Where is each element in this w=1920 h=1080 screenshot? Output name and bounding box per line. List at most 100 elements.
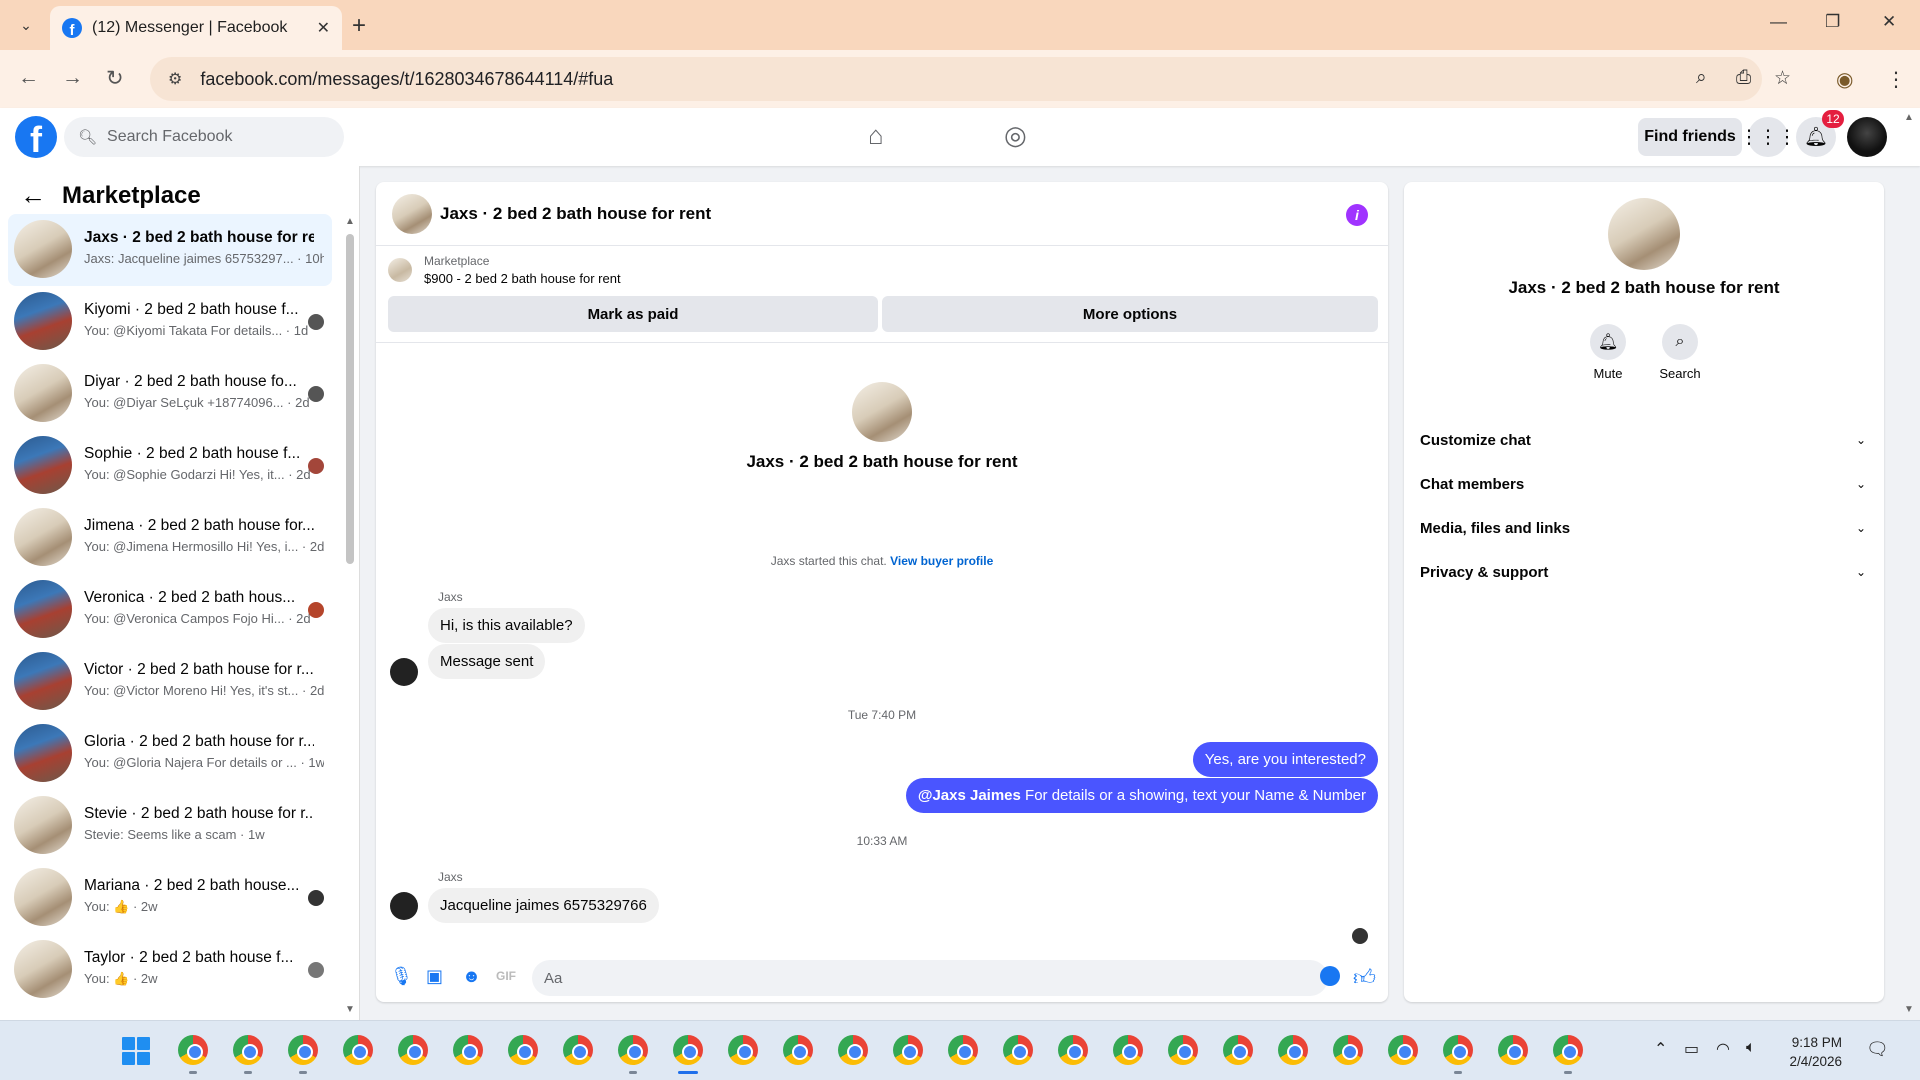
- emoji-icon[interactable]: [1320, 966, 1340, 986]
- restore-icon[interactable]: ❐: [1825, 12, 1840, 32]
- find-friends-button[interactable]: Find friends: [1638, 118, 1742, 156]
- browser-taskbar-icon[interactable]: [1223, 1035, 1253, 1065]
- microphone-icon[interactable]: 🎙︎: [390, 966, 413, 987]
- browser-taskbar-icon[interactable]: [1498, 1035, 1528, 1065]
- section-chat-members[interactable]: Chat members ⌄: [1420, 466, 1872, 502]
- conversation-item[interactable]: Diyar · 2 bed 2 bath house fo... You: @D…: [8, 358, 332, 430]
- forward-icon[interactable]: →: [62, 66, 83, 90]
- browser-taskbar-icon[interactable]: [233, 1035, 263, 1065]
- thumbs-up-icon[interactable]: 👍︎: [1353, 964, 1376, 991]
- section-media-files-links[interactable]: Media, files and links ⌄: [1420, 510, 1872, 546]
- browser-taskbar-icon[interactable]: [1168, 1035, 1198, 1065]
- outgoing-message[interactable]: @Jaxs Jaimes For details or a showing, t…: [905, 778, 1378, 813]
- menu-grid-icon[interactable]: ⋮⋮⋮: [1740, 117, 1797, 157]
- sender-avatar[interactable]: [390, 658, 418, 686]
- mark-as-paid-button[interactable]: Mark as paid: [388, 296, 878, 332]
- browser-taskbar-icon[interactable]: [508, 1035, 538, 1065]
- conversation-item[interactable]: Victor · 2 bed 2 bath house for r... You…: [8, 646, 332, 718]
- message-input[interactable]: Aa: [532, 960, 1328, 996]
- facebook-search-input[interactable]: 🔍︎ Search Facebook: [64, 117, 344, 157]
- browser-taskbar-icon[interactable]: [1388, 1035, 1418, 1065]
- browser-tab-active[interactable]: f (12) Messenger | Facebook ✕: [50, 6, 342, 50]
- new-tab-icon[interactable]: +: [352, 12, 366, 40]
- browser-taskbar-icon[interactable]: [783, 1035, 813, 1065]
- chat-title[interactable]: Jaxs · 2 bed 2 bath house for rent: [440, 204, 711, 224]
- battery-icon[interactable]: ▭: [1684, 1039, 1699, 1059]
- sender-avatar[interactable]: [390, 892, 418, 920]
- incoming-message[interactable]: Jacqueline jaimes 6575329766: [428, 888, 659, 923]
- browser-taskbar-icon[interactable]: [563, 1035, 593, 1065]
- browser-taskbar-icon[interactable]: [1003, 1035, 1033, 1065]
- close-window-icon[interactable]: ✕: [1882, 12, 1896, 32]
- reload-icon[interactable]: ↻: [106, 66, 124, 91]
- incoming-message[interactable]: Hi, is this available?: [428, 608, 585, 643]
- account-avatar[interactable]: [1847, 117, 1887, 157]
- browser-taskbar-icon[interactable]: [288, 1035, 318, 1065]
- site-info-icon[interactable]: ⚙: [168, 69, 182, 89]
- notification-center-icon[interactable]: 🗨︎: [1866, 1039, 1889, 1060]
- install-app-icon[interactable]: ⎙: [1736, 67, 1751, 89]
- browser-taskbar-icon[interactable]: [1113, 1035, 1143, 1065]
- conversation-item[interactable]: Mariana · 2 bed 2 bath house... You: 👍 ·…: [8, 862, 332, 934]
- minimize-icon[interactable]: —: [1770, 12, 1787, 32]
- browser-taskbar-icon[interactable]: [728, 1035, 758, 1065]
- info-icon[interactable]: i: [1346, 204, 1368, 226]
- conversation-item[interactable]: Veronica · 2 bed 2 bath hous... You: @Ve…: [8, 574, 332, 646]
- browser-taskbar-icon[interactable]: [178, 1035, 208, 1065]
- page-scroll-down-icon[interactable]: ▼: [1904, 1004, 1914, 1015]
- sidebar-scrollbar-thumb[interactable]: [346, 234, 354, 564]
- conversation-item[interactable]: Kiyomi · 2 bed 2 bath house f... You: @K…: [8, 286, 332, 358]
- tab-close-icon[interactable]: ✕: [317, 18, 330, 38]
- search-conversation-button[interactable]: ⌕ Search: [1650, 324, 1710, 381]
- browser-taskbar-icon[interactable]: [618, 1035, 648, 1065]
- photo-icon[interactable]: ▣: [426, 966, 443, 987]
- gif-icon[interactable]: GIF: [496, 969, 516, 983]
- wifi-icon[interactable]: ◠: [1716, 1039, 1730, 1059]
- show-hidden-icons-icon[interactable]: ⌃: [1654, 1039, 1667, 1059]
- browser-taskbar-icon[interactable]: [948, 1035, 978, 1065]
- zoom-icon[interactable]: ⌕: [1696, 67, 1707, 89]
- groups-icon[interactable]: ◎: [1004, 120, 1027, 151]
- page-scroll-up-icon[interactable]: ▲: [1904, 112, 1914, 123]
- incoming-message[interactable]: Message sent: [428, 644, 546, 679]
- chat-avatar[interactable]: [392, 194, 432, 234]
- sidebar-scroll-down-icon[interactable]: ▼: [345, 1004, 355, 1015]
- volume-icon[interactable]: 🔈︎: [1746, 1039, 1756, 1057]
- browser-taskbar-icon[interactable]: [398, 1035, 428, 1065]
- menu-kebab-icon[interactable]: ⋮: [1886, 67, 1906, 92]
- outgoing-message[interactable]: Yes, are you interested?: [1192, 742, 1378, 777]
- sticker-icon[interactable]: ☻: [462, 966, 481, 987]
- browser-taskbar-icon[interactable]: [673, 1035, 703, 1065]
- sidebar-scroll-up-icon[interactable]: ▲: [345, 216, 355, 227]
- facebook-logo[interactable]: f: [15, 116, 57, 158]
- browser-taskbar-icon[interactable]: [893, 1035, 923, 1065]
- view-buyer-profile-link[interactable]: View buyer profile: [890, 554, 993, 568]
- conversation-item[interactable]: Gloria · 2 bed 2 bath house for r... You…: [8, 718, 332, 790]
- address-bar[interactable]: ⚙ facebook.com/messages/t/16280346786441…: [150, 57, 1791, 101]
- browser-taskbar-icon[interactable]: [453, 1035, 483, 1065]
- back-arrow-icon[interactable]: ←: [20, 180, 46, 211]
- conversation-item[interactable]: Jimena · 2 bed 2 bath house for... You: …: [8, 502, 332, 574]
- browser-taskbar-icon[interactable]: [1058, 1035, 1088, 1065]
- conversation-item[interactable]: Jaxs · 2 bed 2 bath house for rent Jaxs:…: [8, 214, 332, 286]
- section-customize-chat[interactable]: Customize chat ⌄: [1420, 422, 1872, 458]
- browser-taskbar-icon[interactable]: [1278, 1035, 1308, 1065]
- browser-taskbar-icon[interactable]: [343, 1035, 373, 1065]
- conversation-item[interactable]: Sophie · 2 bed 2 bath house f... You: @S…: [8, 430, 332, 502]
- more-options-button[interactable]: More options: [882, 296, 1378, 332]
- back-icon[interactable]: ←: [18, 66, 39, 90]
- browser-taskbar-icon[interactable]: [1443, 1035, 1473, 1065]
- browser-taskbar-icon[interactable]: [1333, 1035, 1363, 1065]
- bookmark-star-icon[interactable]: ☆: [1774, 67, 1791, 90]
- conversation-item[interactable]: Stevie · 2 bed 2 bath house for r... Ste…: [8, 790, 332, 862]
- section-privacy-support[interactable]: Privacy & support ⌄: [1420, 554, 1872, 590]
- browser-taskbar-icon[interactable]: [1553, 1035, 1583, 1065]
- conversation-item[interactable]: Taylor · 2 bed 2 bath house f... You: 👍 …: [8, 934, 332, 1006]
- system-clock[interactable]: 9:18 PM 2/4/2026: [1770, 1033, 1842, 1071]
- home-icon[interactable]: ⌂: [868, 120, 884, 151]
- details-avatar[interactable]: [1608, 198, 1680, 270]
- tab-search-dropdown-icon[interactable]: ⌄: [10, 10, 42, 40]
- mute-button[interactable]: 🔔︎ Mute: [1578, 324, 1638, 381]
- browser-taskbar-icon[interactable]: [838, 1035, 868, 1065]
- profile-icon[interactable]: ◉: [1836, 67, 1853, 92]
